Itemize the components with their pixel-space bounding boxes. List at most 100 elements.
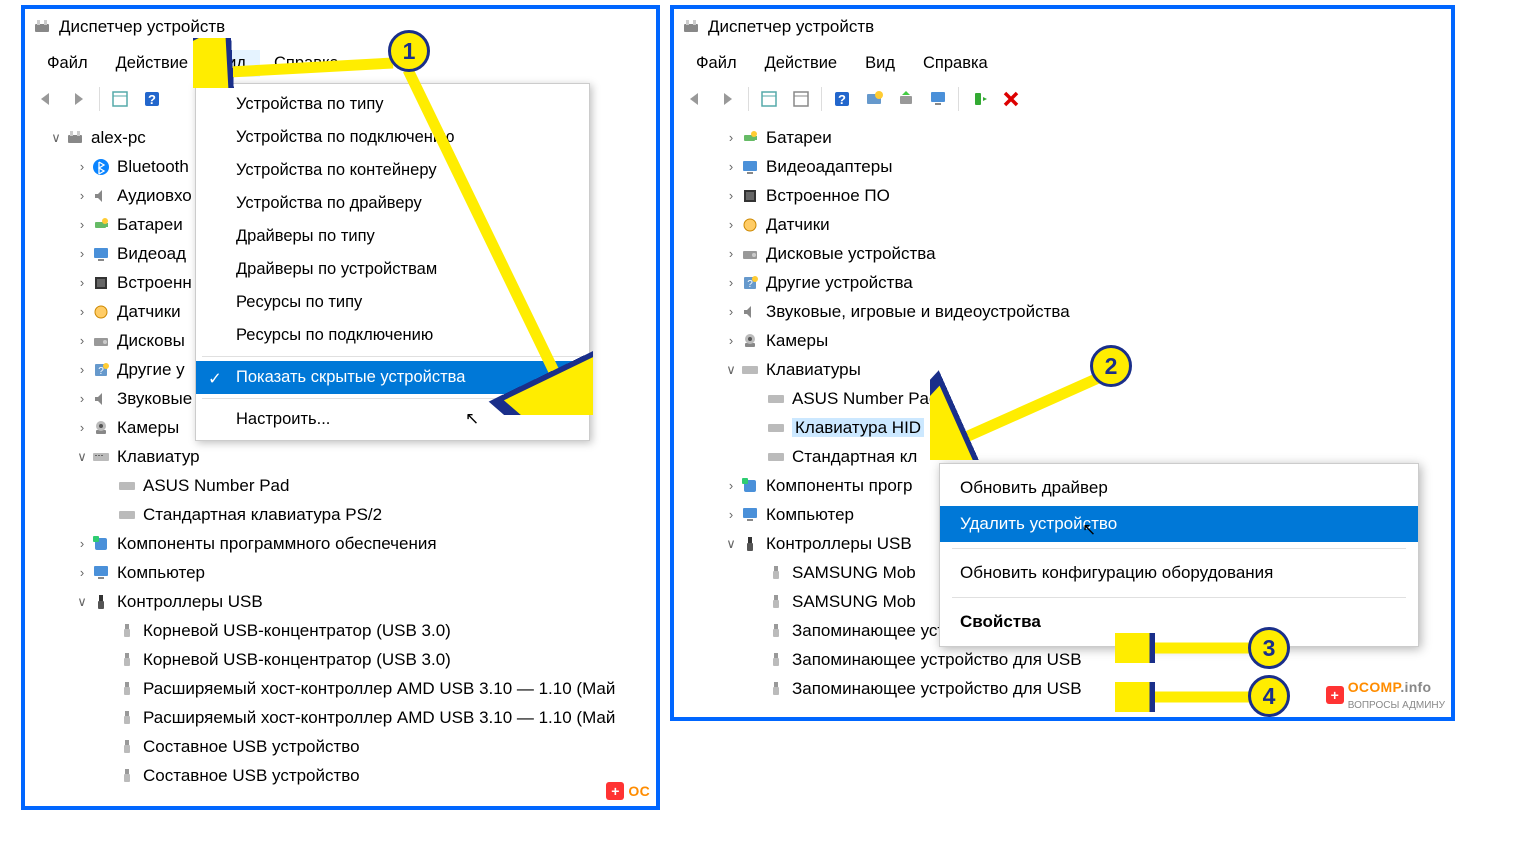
collapse-icon[interactable]: ∨ xyxy=(722,363,740,376)
help-icon[interactable]: ? xyxy=(828,85,856,113)
tree-item[interactable]: Корневой USB-концентратор (USB 3.0) xyxy=(33,616,648,645)
enable-icon[interactable] xyxy=(965,85,993,113)
menu-resources-by-type[interactable]: Ресурсы по типу xyxy=(196,286,589,319)
expand-icon[interactable]: › xyxy=(73,305,91,318)
tree-item[interactable]: › Камеры xyxy=(682,326,1443,355)
expand-icon[interactable]: › xyxy=(73,537,91,550)
expand-icon[interactable]: › xyxy=(73,566,91,579)
category-software[interactable]: › Компоненты программного обеспечения xyxy=(33,529,648,558)
forward-icon[interactable] xyxy=(65,85,93,113)
expand-icon[interactable]: › xyxy=(722,131,740,144)
tree-item[interactable]: › Дисковые устройства xyxy=(682,239,1443,268)
tree-item[interactable]: Расширяемый хост-контроллер AMD USB 3.10… xyxy=(33,703,648,732)
menu-help[interactable]: Справка xyxy=(909,50,1002,77)
properties2-icon[interactable] xyxy=(787,85,815,113)
menu-devices-by-driver[interactable]: Устройства по драйверу xyxy=(196,187,589,220)
expand-icon[interactable]: › xyxy=(722,305,740,318)
expand-icon[interactable]: › xyxy=(722,160,740,173)
monitor-icon[interactable] xyxy=(924,85,952,113)
expand-icon[interactable]: › xyxy=(722,247,740,260)
category-usb[interactable]: ∨ Контроллеры USB xyxy=(33,587,648,616)
tree-label: Клавиатура HID xyxy=(792,418,924,437)
tree-item[interactable]: Составное USB устройство xyxy=(33,732,648,761)
context-properties[interactable]: Свойства xyxy=(940,604,1418,640)
tree-label: Звуковые xyxy=(117,390,192,407)
category-computer[interactable]: › Компьютер xyxy=(33,558,648,587)
watermark-text: OC xyxy=(628,783,650,799)
tree-item[interactable]: › ? Другие устройства xyxy=(682,268,1443,297)
expand-icon[interactable]: › xyxy=(73,189,91,202)
category-keyboards[interactable]: ∨ Клавиатур xyxy=(33,442,648,471)
menu-show-hidden[interactable]: ✓ Показать скрытые устройства xyxy=(196,361,589,394)
expand-icon[interactable]: › xyxy=(73,247,91,260)
menu-resources-by-connection[interactable]: Ресурсы по подключению xyxy=(196,319,589,352)
expand-icon[interactable]: › xyxy=(722,479,740,492)
tree-item[interactable]: Клавиатура HID xyxy=(682,413,1443,442)
menu-action[interactable]: Действие xyxy=(102,50,203,77)
tree-label: Дисковы xyxy=(117,332,185,349)
expand-icon[interactable]: › xyxy=(73,363,91,376)
expand-icon[interactable]: › xyxy=(73,334,91,347)
menu-file[interactable]: Файл xyxy=(33,50,102,77)
context-uninstall[interactable]: Удалить устройство xyxy=(940,506,1418,542)
tree-item[interactable]: ASUS Number Pad xyxy=(33,471,648,500)
tree-label: SAMSUNG Mob xyxy=(792,564,916,581)
expand-icon[interactable]: › xyxy=(73,392,91,405)
menu-devices-by-connection[interactable]: Устройства по подключению xyxy=(196,121,589,154)
expand-icon[interactable]: › xyxy=(722,189,740,202)
tree-item[interactable]: Стандартная клавиатура PS/2 xyxy=(33,500,648,529)
menu-action[interactable]: Действие xyxy=(751,50,852,77)
scan-icon[interactable] xyxy=(860,85,888,113)
tree-item[interactable]: › Батареи xyxy=(682,123,1443,152)
context-update-driver[interactable]: Обновить драйвер xyxy=(940,470,1418,506)
tree-item[interactable]: ASUS Number Pad xyxy=(682,384,1443,413)
tree-item[interactable]: Корневой USB-концентратор (USB 3.0) xyxy=(33,645,648,674)
forward-icon[interactable] xyxy=(714,85,742,113)
tree-item[interactable]: › Датчики xyxy=(682,210,1443,239)
menu-devices-by-type[interactable]: Устройства по типу xyxy=(196,88,589,121)
usb-icon xyxy=(740,534,760,554)
tree-item[interactable]: Составное USB устройство xyxy=(33,761,648,790)
collapse-icon[interactable]: ∨ xyxy=(722,537,740,550)
keyboard-icon xyxy=(117,505,137,525)
tree-label: Клавиатур xyxy=(117,448,200,465)
expand-icon[interactable]: › xyxy=(73,276,91,289)
usb-icon xyxy=(117,708,137,728)
update-driver-icon[interactable] xyxy=(892,85,920,113)
collapse-icon[interactable]: ∨ xyxy=(73,595,91,608)
tree-item[interactable]: Расширяемый хост-контроллер AMD USB 3.10… xyxy=(33,674,648,703)
expand-icon[interactable]: › xyxy=(722,218,740,231)
expand-icon[interactable]: › xyxy=(73,218,91,231)
category-keyboards[interactable]: ∨ Клавиатуры xyxy=(682,355,1443,384)
tree-item[interactable]: › Встроенное ПО xyxy=(682,181,1443,210)
menu-drivers-by-device[interactable]: Драйверы по устройствам xyxy=(196,253,589,286)
menu-help[interactable]: Справка xyxy=(260,50,353,77)
tree-item[interactable]: Запоминающее устройство для USB xyxy=(682,645,1443,674)
expand-icon[interactable]: › xyxy=(722,334,740,347)
tree-label: Батареи xyxy=(766,129,832,146)
help-icon[interactable]: ? xyxy=(138,85,166,113)
back-icon[interactable] xyxy=(33,85,61,113)
delete-icon[interactable] xyxy=(997,85,1025,113)
menu-customize[interactable]: Настроить... xyxy=(196,403,589,436)
properties-icon[interactable] xyxy=(755,85,783,113)
menu-view[interactable]: Вид xyxy=(202,50,260,77)
expand-icon[interactable]: › xyxy=(722,276,740,289)
expand-icon[interactable]: › xyxy=(73,160,91,173)
menu-file[interactable]: Файл xyxy=(682,50,751,77)
collapse-icon[interactable]: ∨ xyxy=(73,450,91,463)
collapse-icon[interactable]: ∨ xyxy=(47,131,65,144)
tree-item[interactable]: › Звуковые, игровые и видеоустройства xyxy=(682,297,1443,326)
expand-icon[interactable]: › xyxy=(722,508,740,521)
badge: 4 xyxy=(1248,675,1290,717)
menu-drivers-by-type[interactable]: Драйверы по типу xyxy=(196,220,589,253)
callout-2: 2 xyxy=(1090,345,1132,387)
back-icon[interactable] xyxy=(682,85,710,113)
menu-view[interactable]: Вид xyxy=(851,50,909,77)
tree-item[interactable]: › Видеоадаптеры xyxy=(682,152,1443,181)
context-scan[interactable]: Обновить конфигурацию оборудования xyxy=(940,555,1418,591)
battery-icon xyxy=(740,128,760,148)
expand-icon[interactable]: › xyxy=(73,421,91,434)
menu-devices-by-container[interactable]: Устройства по контейнеру xyxy=(196,154,589,187)
properties-icon[interactable] xyxy=(106,85,134,113)
